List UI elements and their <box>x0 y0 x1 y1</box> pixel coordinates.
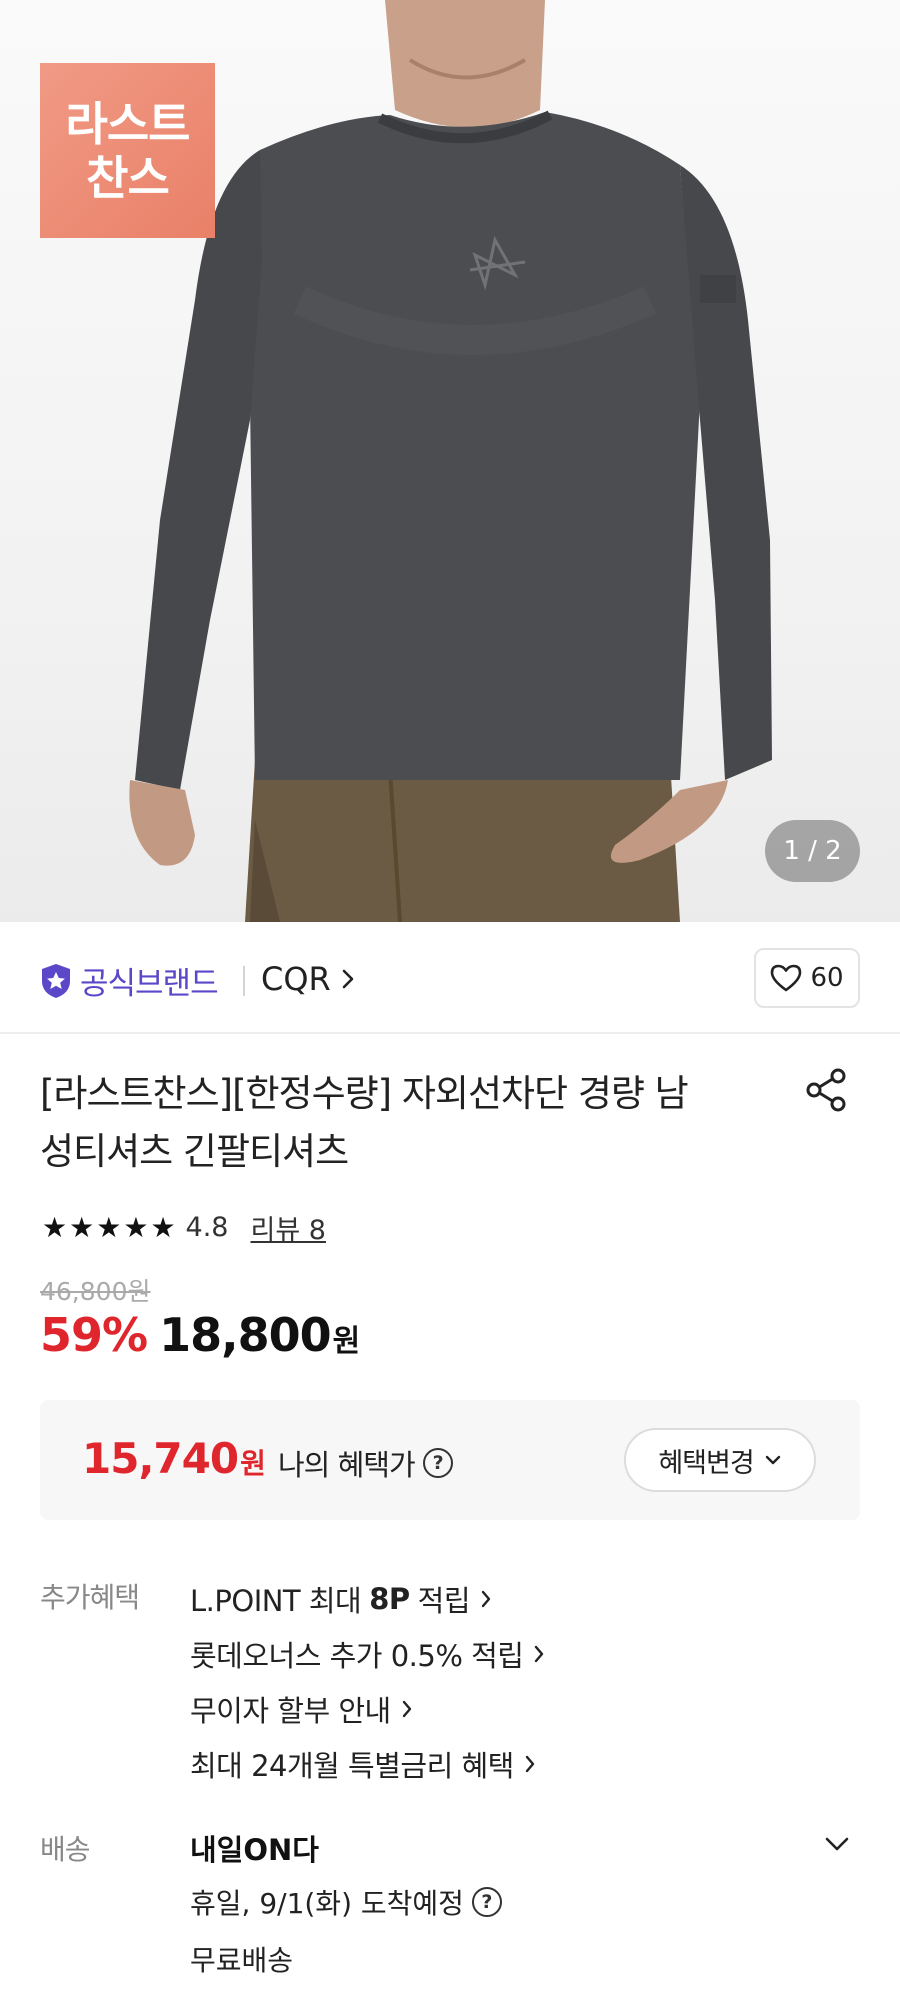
chevron-down-icon <box>765 1455 780 1465</box>
heart-icon <box>771 964 802 992</box>
star-icon: ★ <box>150 1211 176 1244</box>
benefit-price-box: 15,740 원 나의 혜택가 ? 혜택변경 <box>40 1400 860 1520</box>
benefit-item-lotte-owners[interactable]: 롯데오너스 추가 0.5% 적립 <box>190 1633 545 1675</box>
lotte-owners-text: 롯데오너스 추가 0.5% 적립 <box>190 1639 524 1673</box>
installment-text: 무이자 할부 안내 <box>190 1694 391 1728</box>
chevron-down-icon[interactable] <box>822 1832 852 1856</box>
brand-name: CQR <box>261 960 331 998</box>
chevron-right-icon <box>481 1590 491 1608</box>
chevron-right-icon <box>535 1645 544 1663</box>
official-brand-tag: 공식브랜드 <box>40 958 219 1003</box>
benefit-price-value: 15,740 <box>82 1434 239 1483</box>
chevron-right-icon <box>402 1700 411 1718</box>
product-title-line-1: [라스트찬스][한정수량] 자외선차단 경량 남 <box>40 1072 689 1115</box>
product-image[interactable]: 라스트 찬스 1 / 2 <box>0 0 900 922</box>
brand-link[interactable]: CQR <box>261 960 355 998</box>
official-brand-icon <box>42 963 70 998</box>
benefit-price: 15,740 원 <box>82 1434 266 1483</box>
official-brand-label: 공식브랜드 <box>80 966 219 1002</box>
product-title-line-2: 성티셔츠 긴팔티셔츠 <box>40 1130 349 1173</box>
brand-row: 공식브랜드 CQR 60 <box>0 922 900 1034</box>
price-unit: 원 <box>332 1324 361 1359</box>
like-button[interactable]: 60 <box>754 948 860 1008</box>
star-icon: ★ <box>42 1211 68 1244</box>
badge-line-2: 찬스 <box>86 150 170 205</box>
delivery-title: 내일ON다 <box>190 1833 319 1867</box>
lpoint-suffix: 적립 <box>417 1584 471 1618</box>
divider <box>243 966 245 996</box>
delivery-arrival-text: 휴일, 9/1(화) 도착예정 <box>190 1887 464 1920</box>
delivery-arrival: 휴일, 9/1(화) 도착예정 ? <box>190 1882 502 1922</box>
image-counter: 1 / 2 <box>765 820 860 882</box>
delivery-fee: 무료배송 <box>190 1944 294 1977</box>
sale-price: 18,800 <box>159 1308 332 1362</box>
star-icon: ★ <box>123 1211 149 1244</box>
extra-benefits-label: 추가혜택 <box>40 1581 140 1614</box>
badge-line-1: 라스트 <box>65 96 191 151</box>
benefit-price-unit: 원 <box>240 1447 266 1480</box>
price-row: 59% 18,800 원 <box>40 1308 360 1362</box>
rating-score: 4.8 <box>185 1212 229 1243</box>
review-link[interactable]: 리뷰 8 <box>251 1208 326 1247</box>
lpoint-text: L.POINT 최대 <box>190 1584 362 1618</box>
change-benefit-label: 혜택변경 <box>658 1447 754 1479</box>
rating-row: ★ ★ ★ ★ ★ 4.8 리뷰 8 <box>42 1208 326 1247</box>
delivery-label: 배송 <box>40 1833 91 1866</box>
chevron-right-icon <box>342 969 354 989</box>
last-chance-badge: 라스트 찬스 <box>40 63 215 238</box>
special-rate-text: 최대 24개월 특별금리 혜택 <box>190 1749 514 1783</box>
benefit-label: 나의 혜택가 ? <box>278 1442 453 1484</box>
discount-rate: 59% <box>40 1308 148 1362</box>
benefit-label-text: 나의 혜택가 <box>278 1448 416 1482</box>
product-title: [라스트찬스][한정수량] 자외선차단 경량 남 성티셔츠 긴팔티셔츠 <box>40 1065 760 1181</box>
rating-stars: ★ ★ ★ ★ ★ <box>42 1211 178 1244</box>
help-icon[interactable]: ? <box>422 1448 453 1478</box>
original-price: 46,800원 <box>40 1277 151 1306</box>
help-icon[interactable]: ? <box>471 1887 502 1917</box>
share-icon[interactable] <box>805 1068 849 1112</box>
star-icon: ★ <box>96 1211 122 1244</box>
change-benefit-button[interactable]: 혜택변경 <box>624 1428 816 1492</box>
star-icon: ★ <box>69 1211 95 1244</box>
chevron-right-icon <box>525 1755 535 1773</box>
like-count: 60 <box>810 963 844 993</box>
benefit-item-special-rate[interactable]: 최대 24개월 특별금리 혜택 <box>190 1743 536 1785</box>
benefit-item-installment[interactable]: 무이자 할부 안내 <box>190 1688 413 1730</box>
benefit-item-lpoint[interactable]: L.POINT 최대 8P 적립 <box>190 1578 492 1620</box>
lpoint-amount: 8P <box>369 1582 410 1616</box>
